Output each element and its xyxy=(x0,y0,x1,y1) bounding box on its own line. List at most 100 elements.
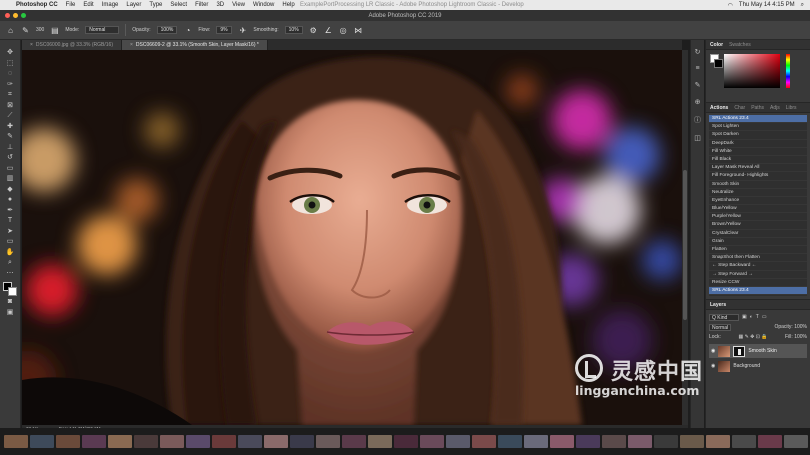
menu-type[interactable]: Type xyxy=(149,2,162,8)
action-item[interactable]: Fill Foreground- Highlights xyxy=(709,172,807,181)
fill-control[interactable]: Fill: 100% xyxy=(785,334,807,340)
action-item[interactable]: SnapShot then Flatten xyxy=(709,254,807,263)
thumbnail[interactable] xyxy=(602,435,626,448)
crop-tool-icon[interactable]: ⌗ xyxy=(5,90,16,100)
thumbnail[interactable] xyxy=(654,435,678,448)
menu-view[interactable]: View xyxy=(232,2,245,8)
stamp-tool-icon[interactable]: ⊥ xyxy=(5,143,16,153)
menu-help[interactable]: Help xyxy=(282,2,294,8)
airbrush-icon[interactable]: ✈ xyxy=(238,26,247,35)
menu-window[interactable]: Window xyxy=(253,2,274,8)
thumbnail[interactable] xyxy=(4,435,28,448)
thumbnail[interactable] xyxy=(394,435,418,448)
marquee-tool-icon[interactable]: ⬚ xyxy=(5,59,16,69)
tab-document-1[interactable]: × DSC06000.jpg @ 33.3% (RGB/16) xyxy=(22,40,122,50)
lasso-tool-icon[interactable]: ◌ xyxy=(5,69,16,79)
tab-actions[interactable]: Actions xyxy=(710,105,728,111)
zoom-icon[interactable] xyxy=(21,13,26,18)
healing-tool-icon[interactable]: ✚ xyxy=(5,122,16,132)
menu-filter[interactable]: Filter xyxy=(195,2,208,8)
filter-adjust-icon[interactable]: ◐ xyxy=(750,314,753,320)
home-icon[interactable]: ⌂ xyxy=(6,26,15,35)
filter-type-icon[interactable]: T xyxy=(756,314,759,320)
type-tool-icon[interactable]: T xyxy=(5,216,16,226)
menu-3d[interactable]: 3D xyxy=(216,2,224,8)
quick-select-tool-icon[interactable]: ✑ xyxy=(5,80,16,90)
menu-select[interactable]: Select xyxy=(170,2,187,8)
move-tool-icon[interactable]: ✥ xyxy=(5,48,16,58)
action-item[interactable]: Fill White xyxy=(709,148,807,156)
properties-icon[interactable]: ≡ xyxy=(695,65,699,72)
action-item[interactable]: DeepDark xyxy=(709,140,807,148)
thumbnail[interactable] xyxy=(576,435,600,448)
action-item[interactable]: SRL Actions 23.4 xyxy=(709,286,807,296)
hand-tool-icon[interactable]: ✋ xyxy=(5,248,16,258)
menu-image[interactable]: Image xyxy=(102,2,119,8)
menu-layer[interactable]: Layer xyxy=(126,2,141,8)
action-item[interactable]: Flatten xyxy=(709,246,807,255)
thumbnail[interactable] xyxy=(82,435,106,448)
gradient-tool-icon[interactable]: ▥ xyxy=(5,174,16,184)
eyedropper-tool-icon[interactable]: ⟋ xyxy=(5,111,16,121)
blur-tool-icon[interactable]: ◆ xyxy=(5,185,16,195)
menu-edit[interactable]: Edit xyxy=(83,2,93,8)
clone-source-icon[interactable]: ⊕ xyxy=(695,98,701,106)
history-icon[interactable]: ↻ xyxy=(695,48,701,56)
thumbnail[interactable] xyxy=(30,435,54,448)
tab-color[interactable]: Color xyxy=(710,42,723,48)
brush-settings-icon[interactable]: ▤ xyxy=(50,26,59,35)
action-item[interactable]: EyeEnhance xyxy=(709,197,807,206)
tab-document-2[interactable]: × DSC06609-2 @ 33.1% (Smooth Skin, Layer … xyxy=(121,40,268,50)
more-tools-icon[interactable]: ⋯ xyxy=(5,269,16,279)
tab-libraries[interactable]: Librs xyxy=(786,105,797,111)
action-item[interactable]: Purple/Yellow xyxy=(709,213,807,222)
filter-pixel-icon[interactable]: ▣ xyxy=(742,314,747,320)
thumbnail[interactable] xyxy=(342,435,366,448)
screen-mode-icon[interactable]: ▣ xyxy=(5,308,16,318)
action-item[interactable]: Spot Lighten xyxy=(709,123,807,132)
symmetry-icon[interactable]: ⋈ xyxy=(354,26,363,35)
thumbnail[interactable] xyxy=(238,435,262,448)
action-item[interactable]: SRL Actions 23.4 xyxy=(709,115,807,124)
thumbnail[interactable] xyxy=(498,435,522,448)
thumbnail[interactable] xyxy=(472,435,496,448)
app-menu[interactable]: Photoshop CC xyxy=(16,2,58,8)
tab-paths[interactable]: Paths xyxy=(751,105,764,111)
thumbnail[interactable] xyxy=(212,435,236,448)
kind-filter-select[interactable]: Q Kind xyxy=(709,313,739,321)
thumbnail[interactable] xyxy=(186,435,210,448)
close-tab-icon[interactable]: × xyxy=(130,42,133,48)
thumbnail[interactable] xyxy=(758,435,782,448)
color-swatches[interactable] xyxy=(3,282,17,296)
wifi-icon[interactable]: ◠ xyxy=(728,2,733,9)
smoothing-field[interactable]: 10% xyxy=(284,26,303,34)
angle-icon[interactable]: ∠ xyxy=(324,26,333,35)
tab-adjustments[interactable]: Adjs xyxy=(770,105,780,111)
tab-layers[interactable]: Layers xyxy=(710,302,726,308)
thumbnail[interactable] xyxy=(134,435,158,448)
thumbnail[interactable] xyxy=(368,435,392,448)
path-select-tool-icon[interactable]: ➤ xyxy=(5,227,16,237)
action-item[interactable]: Brown/Yellow xyxy=(709,221,807,230)
thumbnail[interactable] xyxy=(680,435,704,448)
tab-swatches[interactable]: Swatches xyxy=(729,42,751,48)
action-item[interactable]: → Step Forward → xyxy=(709,271,807,279)
action-item[interactable]: Neutralize xyxy=(709,189,807,197)
thumbnail[interactable] xyxy=(56,435,80,448)
thumbnail[interactable] xyxy=(706,435,730,448)
thumbnail[interactable] xyxy=(160,435,184,448)
history-brush-icon[interactable]: ↺ xyxy=(5,153,16,163)
opacity-control[interactable]: Opacity: 100% xyxy=(774,324,807,330)
filter-shape-icon[interactable]: ▭ xyxy=(762,314,767,320)
flow-field[interactable]: 9% xyxy=(216,26,233,34)
tab-character[interactable]: Char xyxy=(734,105,745,111)
background-color[interactable] xyxy=(8,287,17,296)
brush-tool-icon[interactable]: ✎ xyxy=(5,132,16,142)
action-item[interactable]: Smooth Skin xyxy=(709,181,807,189)
eraser-tool-icon[interactable]: ▭ xyxy=(5,164,16,174)
thumbnail[interactable] xyxy=(420,435,444,448)
dodge-tool-icon[interactable]: ● xyxy=(5,195,16,205)
action-item[interactable]: ← Step Backward ← xyxy=(709,262,807,271)
thumbnail[interactable] xyxy=(290,435,314,448)
action-item[interactable]: Spot Darken xyxy=(709,131,807,140)
